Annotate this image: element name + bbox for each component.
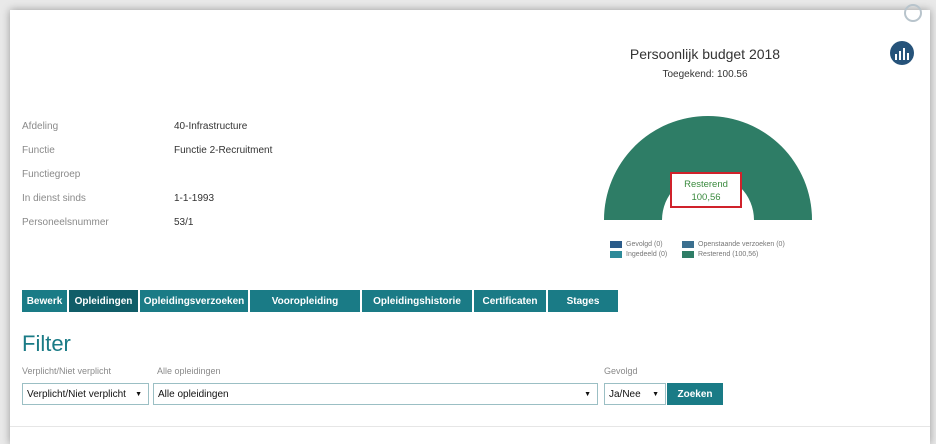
circle-icon[interactable] [904, 4, 922, 22]
profile-value: 1-1-1993 [174, 192, 215, 204]
tab-opleidingsverzoeken[interactable]: Opleidingsverzoeken [140, 290, 248, 312]
profile-label: In dienst sinds [22, 192, 86, 204]
budget-title: Persoonlijk budget 2018 [629, 46, 781, 62]
profile-row-personeelsnummer: Personeelsnummer 53/1 [22, 210, 322, 234]
filter-title: Filter [22, 331, 71, 356]
employee-card: Afdeling 40-Infrastructure Functie Funct… [10, 4, 930, 444]
opleidingen-select-value: Alle opleidingen [158, 388, 229, 400]
remaining-value: 100,56 [691, 192, 721, 203]
verplicht-select-value: Verplicht/Niet verplicht [27, 388, 126, 400]
profile-row-functiegroep: Functiegroep [22, 162, 322, 186]
dropdown-arrow-icon: ▼ [652, 390, 659, 398]
profile-label: Afdeling [22, 120, 59, 132]
profile-row-functie: Functie Functie 2-Recruitment [22, 138, 322, 162]
profile-info: Afdeling 40-Infrastructure Functie Funct… [22, 114, 322, 234]
gevolgd-label: Gevolgd [604, 366, 638, 376]
legend-swatch [682, 240, 694, 248]
profile-value: 40-Infrastructure [174, 120, 248, 132]
profile-value: Functie 2-Recruitment [174, 144, 273, 156]
opleidingen-select[interactable]: Alle opleidingen ▼ [153, 383, 598, 405]
legend-label: Openstaande verzoeken (0) [698, 240, 785, 248]
profile-row-in-dienst: In dienst sinds 1-1-1993 [22, 186, 322, 210]
legend-swatch [682, 250, 694, 258]
opleidingen-label: Alle opleidingen [157, 366, 221, 376]
legend-gevolgd: Gevolgd (0) [610, 240, 682, 248]
divider [10, 426, 930, 427]
verplicht-select[interactable]: Verplicht/Niet verplicht ▼ [22, 383, 149, 405]
search-button[interactable]: Zoeken [667, 383, 723, 405]
legend-label: Resterend (100,56) [698, 250, 759, 258]
legend-resterend: Resterend (100,56) [682, 250, 759, 258]
remaining-label: Resterend [684, 179, 728, 190]
verplicht-label: Verplicht/Niet verplicht [22, 366, 112, 376]
tab-stages[interactable]: Stages [548, 290, 618, 312]
profile-label: Personeelsnummer [22, 216, 109, 228]
tab-certificaten[interactable]: Certificaten [474, 290, 546, 312]
dropdown-arrow-icon: ▼ [135, 390, 142, 398]
tab-bar: Bewerk Opleidingen Opleidingsverzoeken V… [22, 290, 620, 312]
dropdown-arrow-icon: ▼ [584, 390, 591, 398]
legend-swatch [610, 240, 622, 248]
tab-vooropleiding[interactable]: Vooropleiding [250, 290, 360, 312]
bar-chart-icon[interactable] [890, 41, 914, 65]
profile-label: Functie [22, 144, 55, 156]
tab-opleidingshistorie[interactable]: Opleidingshistorie [362, 290, 472, 312]
legend-openstaande: Openstaande verzoeken (0) [682, 240, 785, 248]
profile-label: Functiegroep [22, 168, 81, 180]
remaining-highlight: Resterend 100,56 [670, 172, 742, 208]
profile-row-afdeling: Afdeling 40-Infrastructure [22, 114, 322, 138]
legend-label: Gevolgd (0) [626, 240, 663, 248]
gevolgd-select[interactable]: Ja/Nee ▼ [604, 383, 666, 405]
tab-opleidingen[interactable]: Opleidingen [69, 290, 138, 312]
legend-label: Ingedeeld (0) [626, 250, 668, 258]
budget-legend: Gevolgd (0) Openstaande verzoeken (0) In… [610, 239, 840, 259]
budget-granted: Toegekend: 100.56 [662, 69, 748, 80]
legend-swatch [610, 250, 622, 258]
profile-value: 53/1 [174, 216, 194, 228]
tab-bewerk[interactable]: Bewerk [22, 290, 67, 312]
gevolgd-select-value: Ja/Nee [609, 388, 641, 400]
legend-ingedeeld: Ingedeeld (0) [610, 250, 682, 258]
